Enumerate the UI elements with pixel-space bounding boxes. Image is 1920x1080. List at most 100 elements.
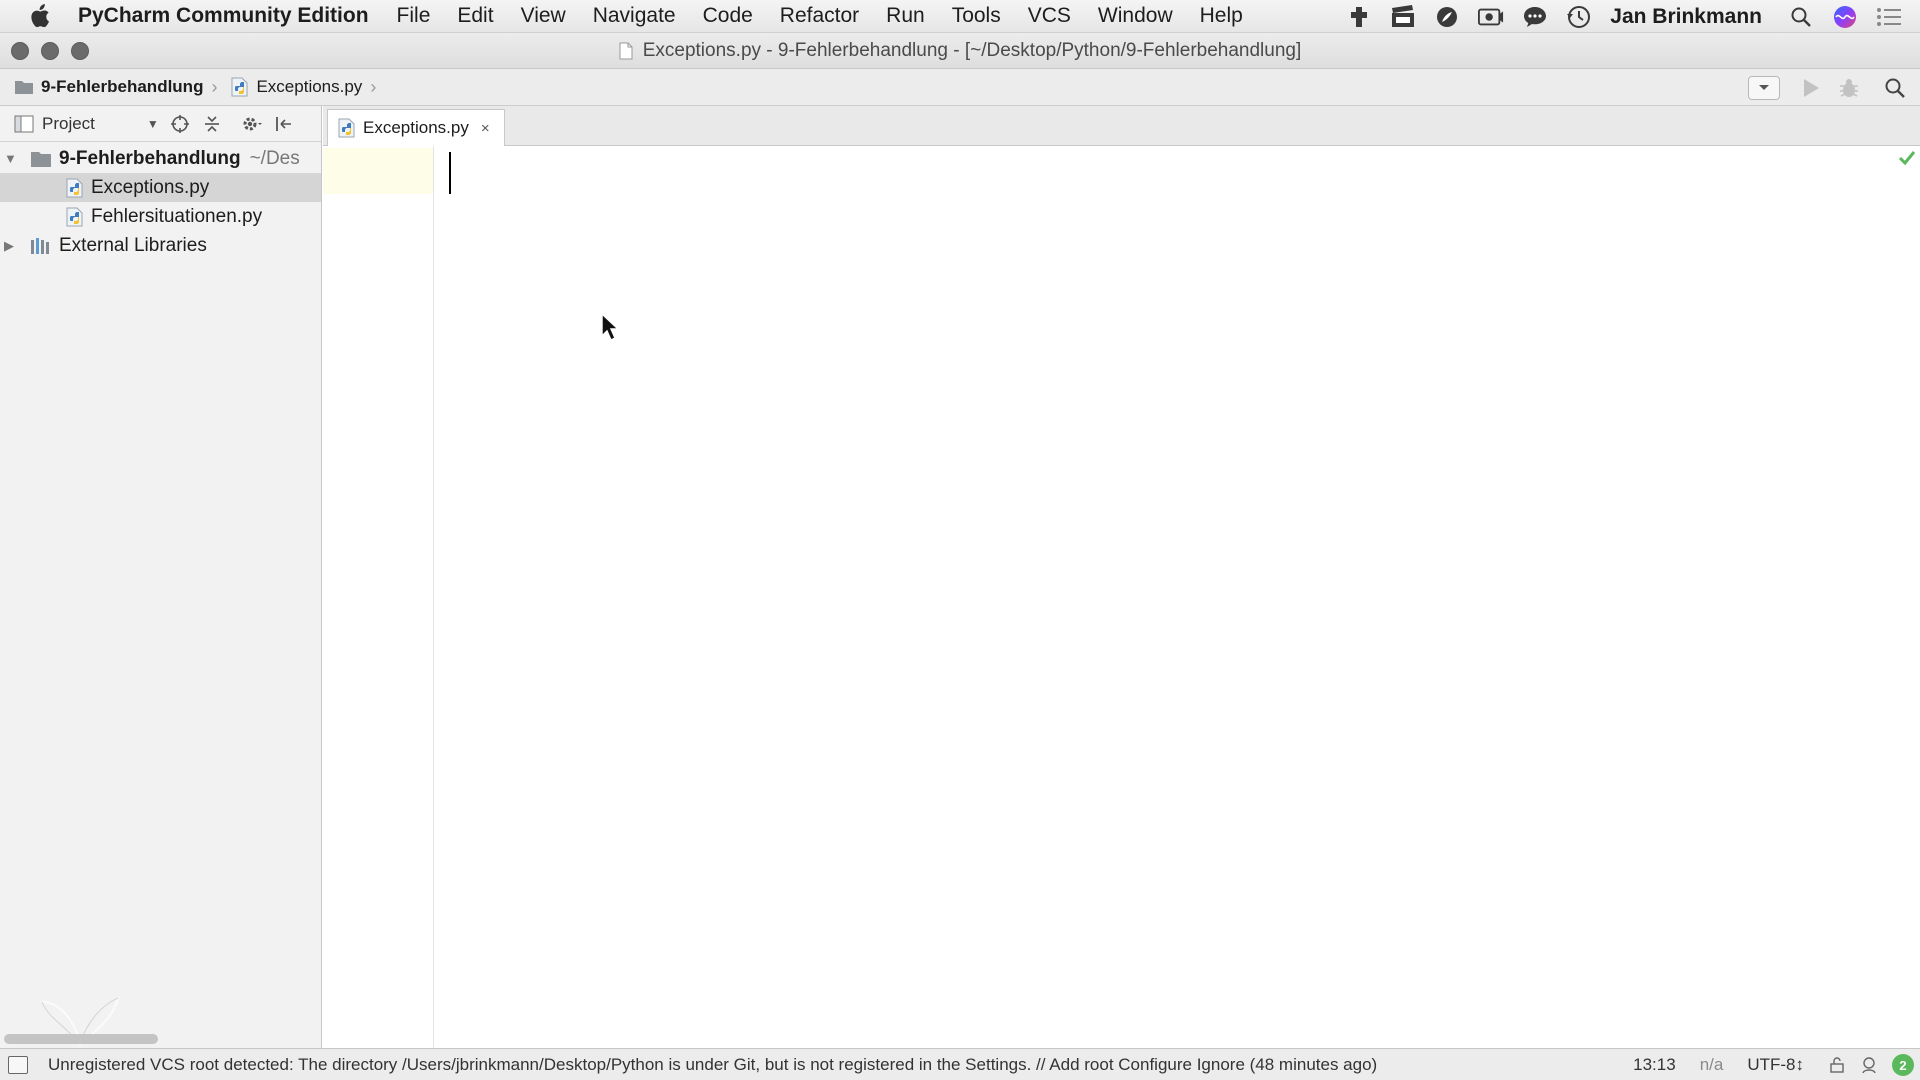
event-log-badge[interactable]: 2 xyxy=(1892,1054,1914,1076)
status-bar-widgets: 13:13 n/a UTF-8↕ 2 xyxy=(1633,1049,1920,1080)
window-controls xyxy=(11,42,101,60)
library-icon xyxy=(31,237,49,254)
time-machine-icon[interactable] xyxy=(1566,5,1592,29)
search-icon xyxy=(1885,78,1905,98)
video-clapper-icon[interactable] xyxy=(1390,4,1416,29)
python-file-icon xyxy=(231,77,248,97)
navigation-toolbar xyxy=(1748,69,1920,106)
python-file-icon xyxy=(66,207,83,226)
mouse-pointer-icon xyxy=(601,313,619,341)
project-view-selector[interactable]: Project xyxy=(42,114,95,134)
spotlight-search-icon[interactable] xyxy=(1788,5,1814,29)
menu-run[interactable]: Run xyxy=(886,4,925,28)
folder-icon xyxy=(15,81,33,94)
expanded-arrow-icon[interactable]: ▼ xyxy=(4,151,22,166)
tree-node-project-root[interactable]: ▼ 9-Fehlerbehandlung ~/Des xyxy=(0,144,321,173)
tree-node-path-hint: ~/Des xyxy=(249,147,300,169)
python-file-icon xyxy=(338,118,355,138)
toggle-tool-windows-button[interactable] xyxy=(8,1055,28,1074)
project-view-icon xyxy=(14,115,34,132)
menu-view[interactable]: View xyxy=(521,4,566,28)
screen-record-icon[interactable] xyxy=(1478,5,1504,29)
siri-icon[interactable] xyxy=(1832,5,1858,29)
file-encoding[interactable]: UTF-8↕ xyxy=(1747,1055,1804,1075)
gear-icon xyxy=(243,117,262,130)
menu-help[interactable]: Help xyxy=(1200,4,1243,28)
code-editor[interactable] xyxy=(435,146,1920,1048)
caret-position[interactable]: 13:13 xyxy=(1633,1055,1676,1075)
minimize-window-button[interactable] xyxy=(41,42,59,60)
hide-panel-icon xyxy=(275,116,291,131)
notification-center-icon[interactable] xyxy=(1876,5,1902,29)
chat-bubble-icon[interactable] xyxy=(1522,5,1548,29)
lock-icon[interactable] xyxy=(1828,1056,1846,1074)
apple-menu-icon[interactable] xyxy=(28,4,58,28)
tree-node-label: Fehlersituationen.py xyxy=(91,205,263,227)
line-separator[interactable]: n/a xyxy=(1700,1055,1724,1075)
editor-gutter xyxy=(323,146,434,1048)
leaf-icon[interactable] xyxy=(1434,5,1460,29)
project-settings-button[interactable] xyxy=(241,113,263,135)
extension-icon[interactable] xyxy=(1346,5,1372,29)
tree-node-file[interactable]: Exceptions.py xyxy=(0,173,321,202)
user-name[interactable]: Jan Brinkmann xyxy=(1610,5,1762,29)
close-window-button[interactable] xyxy=(11,42,29,60)
tree-node-label: 9-Fehlerbehandlung xyxy=(59,147,241,169)
inspector-icon[interactable] xyxy=(1860,1056,1878,1074)
editor-tab-exceptions[interactable]: Exceptions.py × xyxy=(327,109,505,146)
crosshair-icon xyxy=(170,114,189,133)
hide-tool-window-button[interactable] xyxy=(273,113,295,135)
menu-tools[interactable]: Tools xyxy=(952,4,1001,28)
breadcrumb-file[interactable]: Exceptions.py › xyxy=(231,77,376,98)
menu-code[interactable]: Code xyxy=(703,4,753,28)
text-caret xyxy=(449,152,451,194)
status-bar: Unregistered VCS root detected: The dire… xyxy=(0,1048,1920,1080)
chevron-right-icon: › xyxy=(370,76,377,97)
chevron-down-icon[interactable]: ▼ xyxy=(147,117,159,131)
tree-node-label: Exceptions.py xyxy=(91,176,210,198)
menu-window[interactable]: Window xyxy=(1098,4,1173,28)
collapse-all-icon xyxy=(204,115,219,132)
menu-vcs[interactable]: VCS xyxy=(1028,4,1071,28)
window-title: Exceptions.py - 9-Fehlerbehandlung - [~/… xyxy=(619,39,1302,62)
project-tree: ▼ 9-Fehlerbehandlung ~/Des Exceptions.py… xyxy=(0,142,321,260)
tree-node-file[interactable]: Fehlersituationen.py xyxy=(0,202,321,231)
inspection-ok-check-icon[interactable] xyxy=(1898,150,1916,166)
project-horizontal-scrollbar[interactable] xyxy=(4,1034,158,1044)
bug-icon xyxy=(1840,78,1858,97)
project-tool-window: Project ▼ ▼ 9-Fehlerbehandlung ~/Des Exc… xyxy=(0,106,322,1048)
status-message[interactable]: Unregistered VCS root detected: The dire… xyxy=(48,1055,1377,1075)
document-icon xyxy=(619,42,633,59)
current-line-highlight xyxy=(323,148,433,194)
tree-node-external-libraries[interactable]: ▶ External Libraries xyxy=(0,231,321,260)
search-everywhere-button[interactable] xyxy=(1882,75,1908,101)
window-title-text: Exceptions.py - 9-Fehlerbehandlung - [~/… xyxy=(642,39,1302,61)
project-toolbar: Project ▼ xyxy=(0,106,321,142)
chevron-down-icon xyxy=(1759,84,1769,90)
play-icon xyxy=(1804,78,1819,97)
tree-node-label: External Libraries xyxy=(59,234,207,256)
chevron-right-icon: › xyxy=(211,76,218,97)
close-tab-icon[interactable]: × xyxy=(481,120,490,137)
menu-edit[interactable]: Edit xyxy=(457,4,493,28)
breadcrumb-project[interactable]: 9-Fehlerbehandlung › xyxy=(14,77,217,98)
run-configuration-dropdown[interactable] xyxy=(1748,75,1780,100)
macos-menu-bar: PyCharm Community Edition File Edit View… xyxy=(0,0,1920,33)
menu-bar-status-area: Jan Brinkmann xyxy=(1346,0,1920,33)
menu-file[interactable]: File xyxy=(397,4,431,28)
zoom-window-button[interactable] xyxy=(71,42,89,60)
editor-tab-bar: Exceptions.py × xyxy=(323,106,1920,146)
menu-refactor[interactable]: Refactor xyxy=(780,4,859,28)
run-button[interactable] xyxy=(1798,75,1824,101)
debug-button[interactable] xyxy=(1836,75,1862,101)
app-name-menu[interactable]: PyCharm Community Edition xyxy=(78,4,369,28)
window-title-bar: Exceptions.py - 9-Fehlerbehandlung - [~/… xyxy=(0,33,1920,69)
collapse-all-button[interactable] xyxy=(201,113,223,135)
editor-tab-label: Exceptions.py xyxy=(363,118,469,137)
menu-navigate[interactable]: Navigate xyxy=(593,4,676,28)
breadcrumb-label: 9-Fehlerbehandlung xyxy=(41,77,204,96)
python-file-icon xyxy=(66,178,83,197)
navigation-bar: 9-Fehlerbehandlung › Exceptions.py › xyxy=(0,69,1920,106)
collapsed-arrow-icon[interactable]: ▶ xyxy=(4,238,22,254)
scroll-from-source-button[interactable] xyxy=(169,113,191,135)
